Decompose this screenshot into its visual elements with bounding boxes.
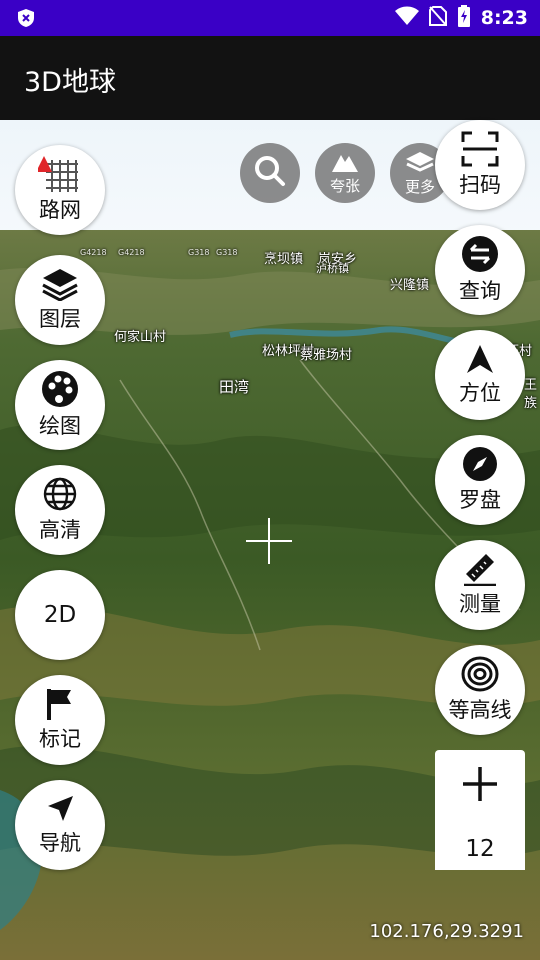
wifi-icon — [394, 6, 419, 30]
road-network-label: 路网 — [39, 198, 81, 222]
coordinates-readout: 102.176,29.3291 — [369, 921, 524, 942]
compass-icon — [462, 446, 498, 482]
flag-icon — [45, 687, 75, 721]
exaggerate-label: 夸张 — [329, 176, 360, 195]
place-label: 蔡雅场村 — [300, 348, 353, 363]
compass-button[interactable]: 罗盘 — [435, 435, 525, 525]
no-sim-icon — [428, 6, 447, 30]
place-label: 族 — [524, 396, 538, 411]
more-label: 更多 — [404, 177, 435, 196]
mark-button[interactable]: 标记 — [15, 675, 105, 765]
navigate-label: 导航 — [39, 831, 81, 855]
scan-label: 扫码 — [459, 173, 501, 197]
navigation-arrow-icon — [44, 793, 76, 825]
globe-icon — [42, 476, 78, 512]
search-icon — [253, 154, 287, 192]
road-grid-icon — [38, 156, 82, 192]
zoom-level: 12 — [465, 836, 495, 862]
mark-label: 标记 — [39, 727, 81, 751]
layers-label: 图层 — [39, 307, 81, 331]
road-label: G4218 — [118, 248, 145, 257]
place-label: 兴隆镇 — [390, 278, 430, 293]
crosshair — [246, 518, 292, 564]
palette-icon — [41, 370, 79, 408]
shield-icon — [16, 8, 36, 28]
contour-button[interactable]: 等高线 — [435, 645, 525, 735]
road-label: G318 — [216, 248, 238, 257]
swap-arrows-icon — [461, 235, 499, 273]
measure-label: 测量 — [459, 592, 501, 616]
app-bar: 3D地球 — [0, 36, 540, 120]
layers-icon — [404, 150, 436, 178]
direction-arrow-icon — [465, 343, 495, 375]
zoom-control: 12 — [435, 750, 525, 870]
measure-button[interactable]: 测量 — [435, 540, 525, 630]
status-time: 8:23 — [480, 7, 528, 29]
compass-label: 罗盘 — [459, 488, 501, 512]
contour-label: 等高线 — [448, 698, 512, 722]
query-button[interactable]: 查询 — [435, 225, 525, 315]
road-label: G318 — [188, 248, 210, 257]
orientation-button[interactable]: 方位 — [435, 330, 525, 420]
search-button[interactable] — [240, 143, 300, 203]
place-label: 泸桥镇 — [316, 262, 349, 275]
place-label: 何家山村 — [114, 330, 167, 345]
road-network-button[interactable]: 路网 — [15, 145, 105, 235]
mode-2d-button[interactable]: 2D — [15, 570, 105, 660]
place-label: 烹坝镇 — [264, 252, 304, 267]
plus-icon — [461, 765, 499, 807]
ruler-icon — [462, 552, 498, 586]
layers-button[interactable]: 图层 — [15, 255, 105, 345]
hd-label: 高清 — [39, 518, 81, 542]
page-title: 3D地球 — [24, 67, 116, 98]
query-label: 查询 — [459, 279, 501, 303]
road-label: G4218 — [80, 248, 107, 257]
status-bar: 8:23 — [0, 0, 540, 36]
orientation-label: 方位 — [459, 381, 501, 405]
layers-icon — [40, 267, 80, 301]
draw-label: 绘图 — [39, 414, 81, 438]
scan-button[interactable]: 扫码 — [435, 120, 525, 210]
mode-2d-label: 2D — [43, 602, 77, 628]
draw-button[interactable]: 绘图 — [15, 360, 105, 450]
place-label: 王 — [524, 378, 538, 393]
exaggerate-button[interactable]: 夸张 — [315, 143, 375, 203]
place-label: 田湾 — [219, 378, 250, 396]
zoom-in-button[interactable] — [435, 750, 525, 822]
navigate-button[interactable]: 导航 — [15, 780, 105, 870]
hd-button[interactable]: 高清 — [15, 465, 105, 555]
mountain-icon — [330, 151, 360, 177]
scan-frame-icon — [461, 131, 499, 167]
contour-icon — [461, 656, 499, 692]
battery-charging-icon — [457, 5, 471, 31]
